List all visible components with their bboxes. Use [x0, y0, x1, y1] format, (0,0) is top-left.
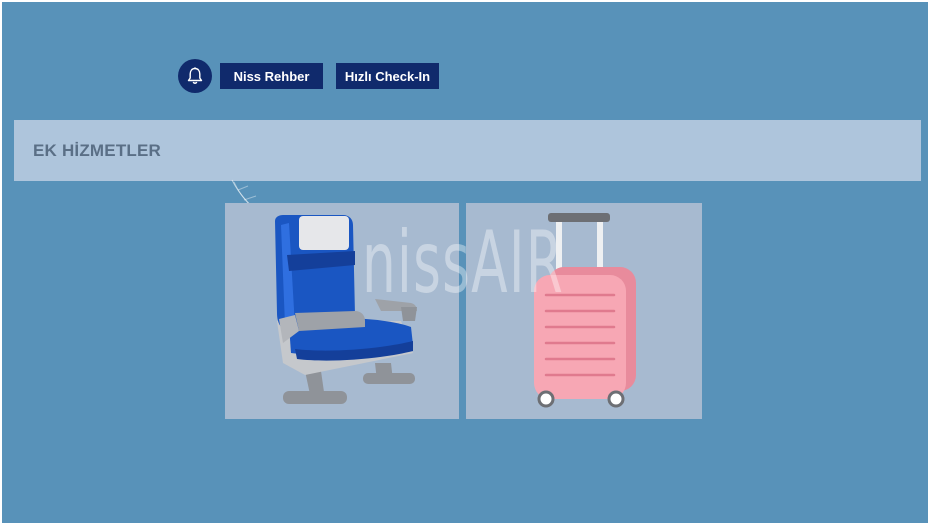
seat-icon [275, 215, 417, 404]
section-title: EK HİZMETLER [33, 140, 162, 160]
bell-icon [187, 67, 203, 84]
seat-selection-card[interactable] [225, 203, 459, 419]
quick-checkin-button[interactable]: Hızlı Check-In [336, 63, 439, 89]
notification-button[interactable] [178, 59, 212, 93]
page-canvas: Niss Rehber Hızlı Check-In EK HİZMETLER [2, 2, 928, 523]
services-grid [225, 203, 702, 419]
niss-guide-label: Niss Rehber [233, 68, 310, 84]
top-toolbar: Niss Rehber Hızlı Check-In [178, 59, 439, 93]
luggage-icon [534, 213, 636, 408]
extra-baggage-card[interactable] [466, 203, 702, 419]
extra-services-header: EK HİZMETLER [14, 120, 921, 181]
niss-guide-button[interactable]: Niss Rehber [220, 63, 323, 89]
quick-checkin-label: Hızlı Check-In [344, 68, 431, 84]
